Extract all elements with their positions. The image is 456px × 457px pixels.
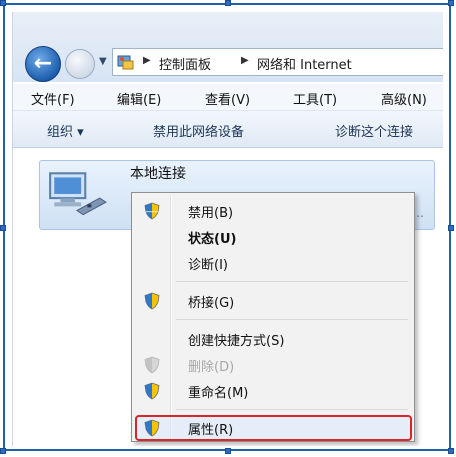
menu-item-status[interactable]: 状态(U) — [134, 225, 412, 249]
menu-separator — [176, 281, 408, 282]
menu-item-properties[interactable]: 属性(R) — [134, 416, 412, 440]
menu-item-label: 创建快捷方式(S) — [188, 334, 285, 349]
context-menu: 禁用(B) 状态(U) 诊断(I) 桥接(G) 创建快捷方式(S) 删除(D) — [131, 192, 415, 442]
breadcrumb-separator-icon[interactable]: ▶ — [241, 55, 249, 66]
explorer-window: ← ▼ ▶ 控制面板 ▶ 网络和 Internet 文件(F) 编辑(E) 查看… — [12, 12, 443, 446]
control-panel-icon — [117, 55, 134, 70]
organize-button[interactable]: 组织 ▾ — [47, 121, 84, 140]
menu-file[interactable]: 文件(F) — [31, 89, 75, 108]
menu-item-label: 删除(D) — [188, 360, 235, 375]
diagnose-connection-button[interactable]: 诊断这个连接 — [335, 121, 413, 140]
disable-device-button[interactable]: 禁用此网络设备 — [153, 121, 244, 140]
shield-icon — [144, 356, 160, 374]
address-bar[interactable]: ▶ 控制面板 ▶ 网络和 Internet — [112, 48, 443, 76]
menu-item-bridge[interactable]: 桥接(G) — [134, 289, 412, 313]
menu-tools[interactable]: 工具(T) — [293, 89, 337, 108]
resize-handle-bottom-right[interactable] — [448, 448, 454, 454]
menu-item-create-shortcut[interactable]: 创建快捷方式(S) — [134, 327, 412, 351]
menu-item-disable[interactable]: 禁用(B) — [134, 199, 412, 223]
menu-bar: 文件(F) 编辑(E) 查看(V) 工具(T) 高级(N) — [13, 84, 443, 111]
menu-separator — [176, 319, 408, 320]
arrow-left-icon: ← — [33, 51, 53, 76]
menu-item-label: 状态(U) — [188, 232, 237, 247]
command-bar: 组织 ▾ 禁用此网络设备 诊断这个连接 — [13, 111, 443, 148]
history-dropdown-icon[interactable]: ▼ — [99, 56, 107, 67]
menu-view[interactable]: 查看(V) — [205, 89, 250, 108]
shield-icon — [144, 202, 160, 220]
menu-item-label: 属性(R) — [188, 423, 234, 438]
menu-item-rename[interactable]: 重命名(M) — [134, 379, 412, 403]
shield-icon — [144, 292, 160, 310]
resize-handle-middle-right[interactable] — [448, 225, 454, 231]
breadcrumb-separator-icon[interactable]: ▶ — [143, 55, 151, 66]
menu-advanced[interactable]: 高级(N) — [381, 89, 427, 108]
resize-handle-top-middle[interactable] — [225, 0, 231, 6]
shield-icon — [144, 382, 160, 400]
breadcrumb-control-panel[interactable]: 控制面板 — [159, 54, 211, 73]
shield-icon — [144, 419, 160, 437]
menu-edit[interactable]: 编辑(E) — [117, 89, 161, 108]
connection-name: 本地连接 — [130, 166, 186, 182]
menu-item-label: 诊断(I) — [188, 258, 228, 273]
resize-handle-top-right[interactable] — [448, 0, 454, 6]
resize-handle-middle-left[interactable] — [0, 225, 6, 231]
menu-item-label: 禁用(B) — [188, 206, 234, 221]
resize-handle-top-left[interactable] — [0, 0, 6, 6]
menu-item-label: 重命名(M) — [188, 386, 249, 401]
breadcrumb-network-internet[interactable]: 网络和 Internet — [257, 54, 352, 73]
forward-button[interactable] — [65, 49, 95, 79]
resize-handle-bottom-left[interactable] — [0, 448, 6, 454]
navigation-bar: ← ▼ ▶ 控制面板 ▶ 网络和 Internet — [13, 12, 443, 82]
back-button[interactable]: ← — [25, 46, 61, 82]
menu-item-label: 桥接(G) — [188, 296, 235, 311]
menu-item-delete: 删除(D) — [134, 353, 412, 377]
menu-separator — [176, 409, 408, 410]
resize-handle-bottom-middle[interactable] — [225, 448, 231, 454]
network-adapter-icon — [49, 172, 107, 216]
menu-item-diagnose[interactable]: 诊断(I) — [134, 251, 412, 275]
